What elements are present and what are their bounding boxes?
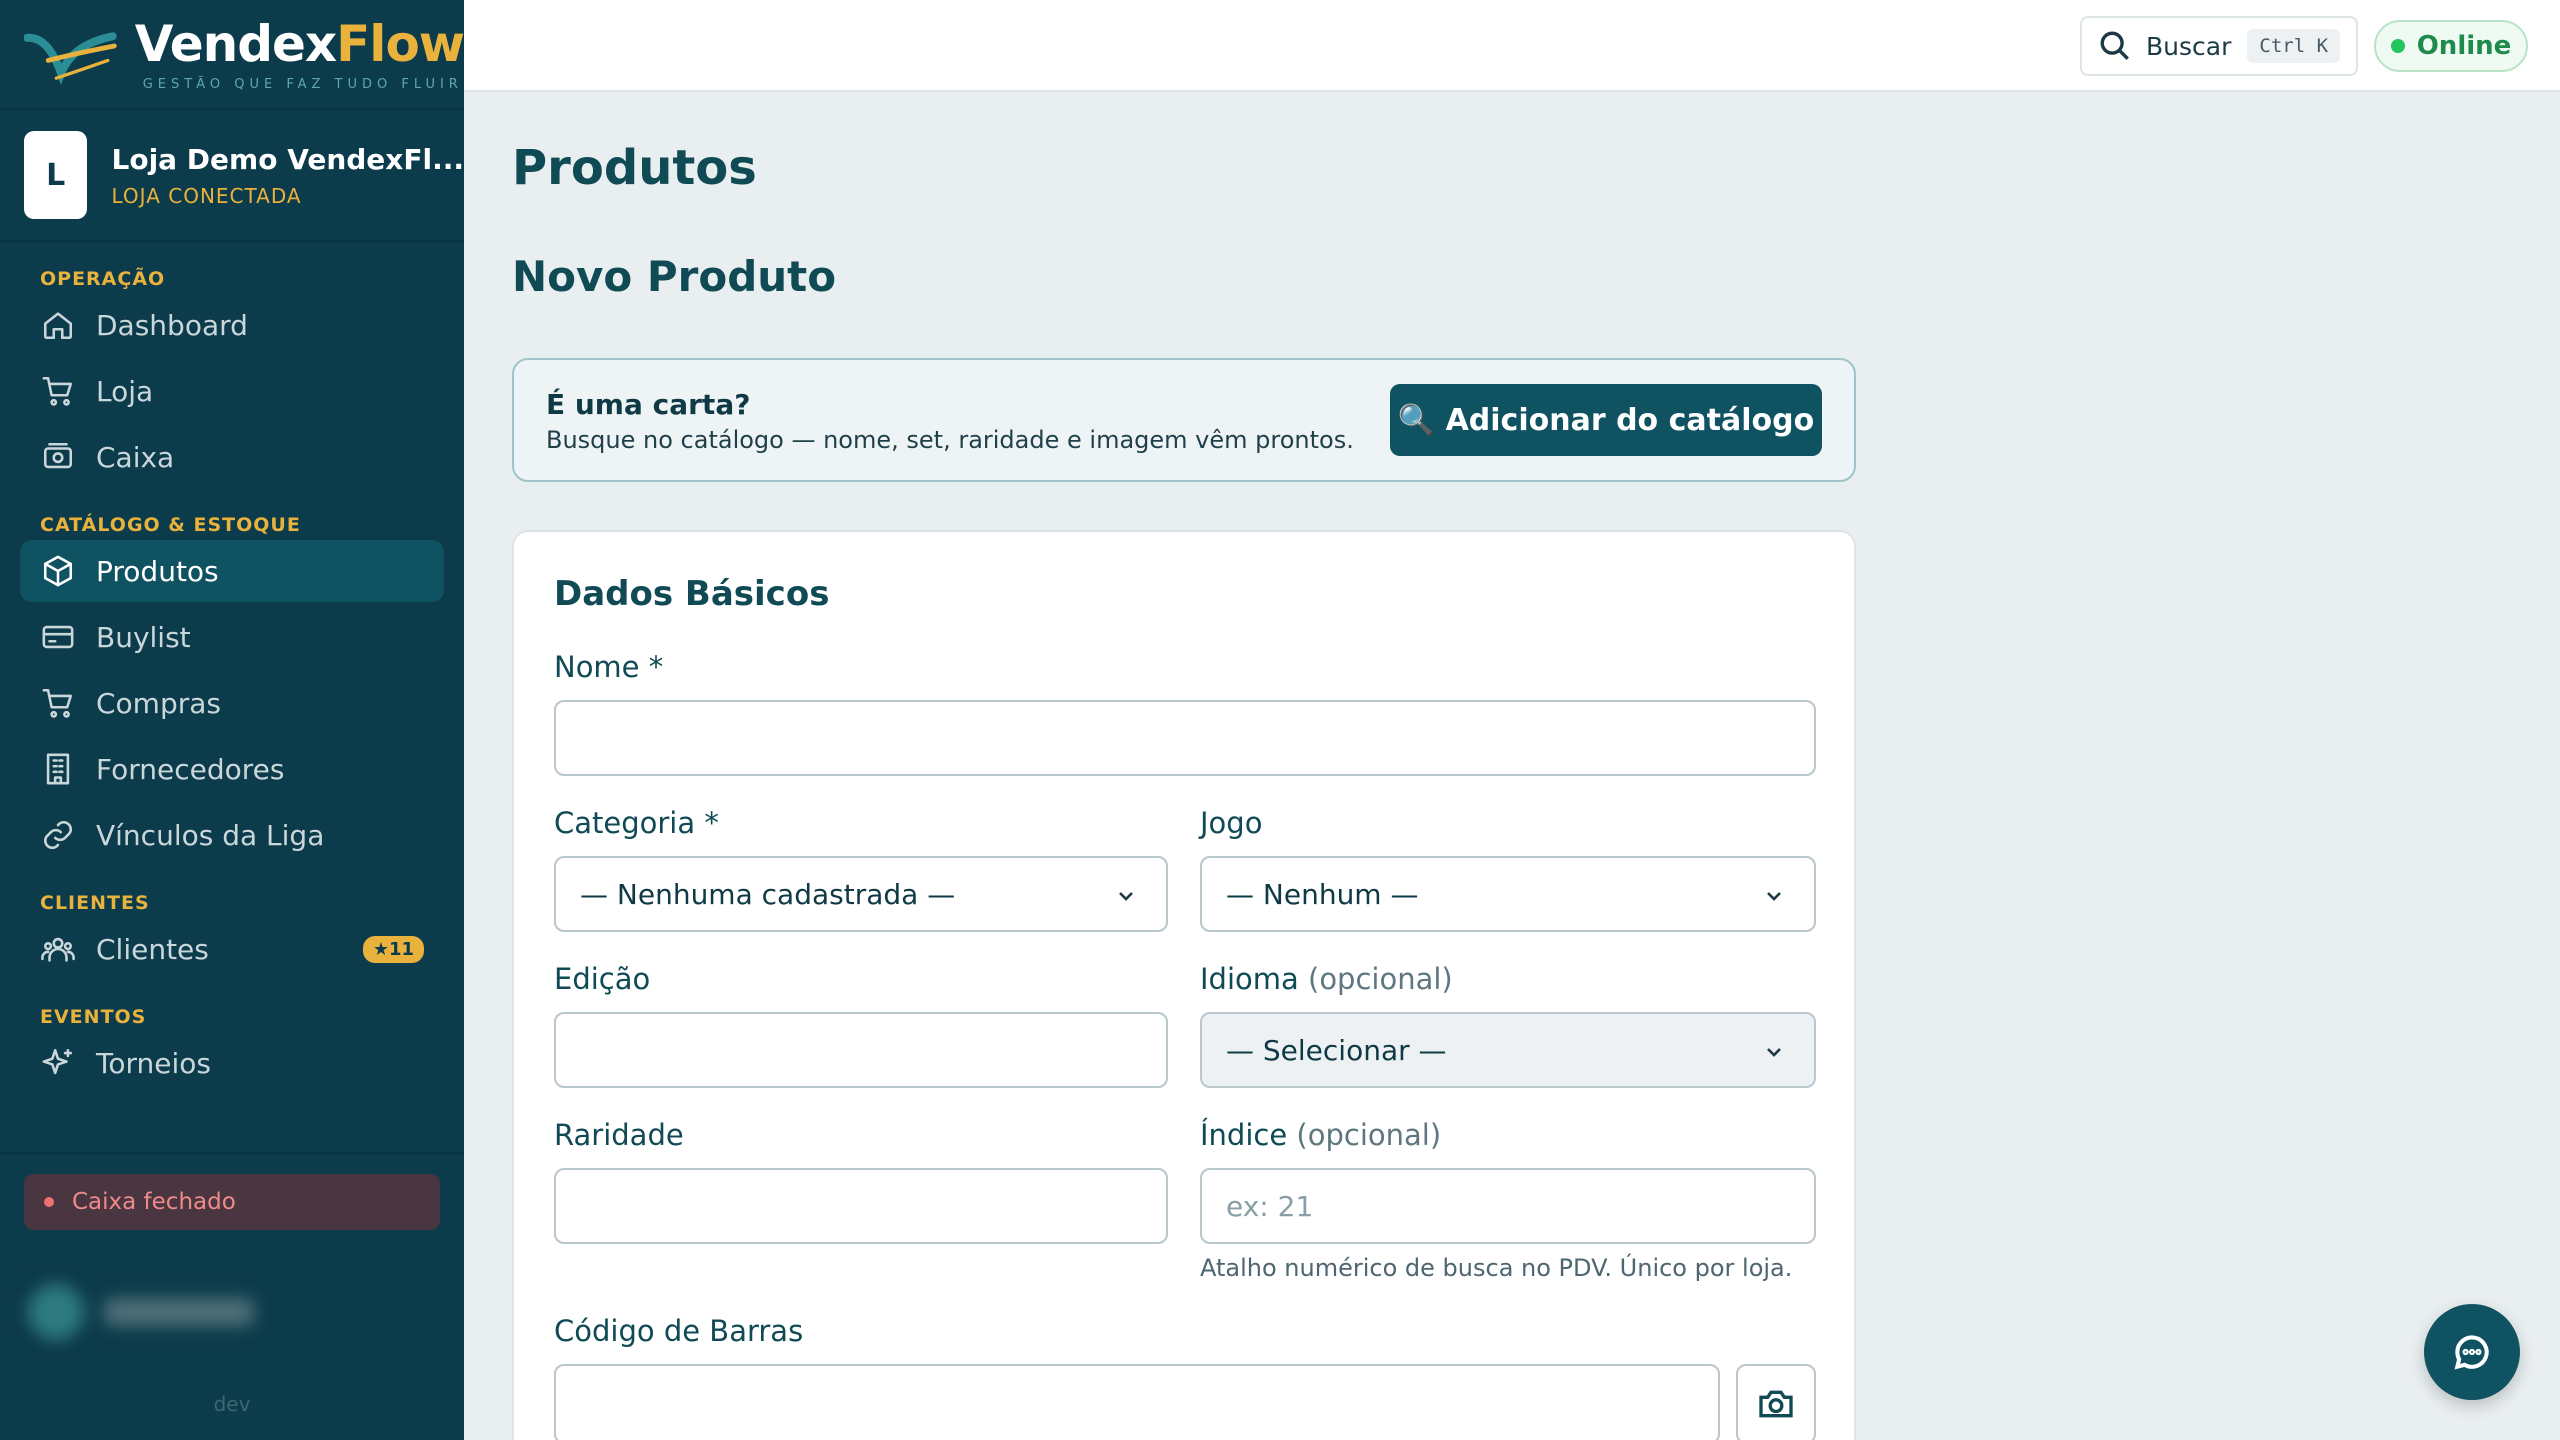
cart-icon [40,685,76,721]
nav-section-operacao: OPERAÇÃO [40,268,166,290]
edicao-label: Edição [554,962,651,996]
sidebar-item-caixa[interactable]: Caixa [20,426,444,488]
sidebar-item-clientes[interactable]: Clientes ★11 [20,918,444,980]
topbar: Buscar Ctrl K Online [464,0,2560,92]
store-name: Loja Demo VendexFl... [111,142,464,176]
cash-status-banner[interactable]: Caixa fechado [24,1174,440,1230]
store-avatar: L [24,131,88,219]
environment-label: dev [213,1392,251,1416]
search-button[interactable]: Buscar Ctrl K [2080,16,2358,76]
sidebar-item-compras[interactable]: Compras [20,672,444,734]
sidebar-item-buylist[interactable]: Buylist [20,606,444,668]
card-catalog-prompt: É uma carta? Busque no catálogo — nome, … [512,358,1856,482]
scan-barcode-button[interactable] [1736,1364,1816,1440]
page-title: Produtos [512,140,757,196]
indice-input[interactable]: ex: 21 [1200,1168,1816,1244]
link-icon [40,817,76,853]
search-label: Buscar [2146,31,2232,61]
sidebar-item-vinculos-liga[interactable]: Vínculos da Liga [20,804,444,866]
sidebar-item-dashboard[interactable]: Dashboard [20,294,444,356]
brand-tagline: GESTÃO QUE FAZ TUDO FLUIR [142,76,463,92]
raridade-label: Raridade [554,1118,684,1152]
home-icon [40,307,76,343]
barcode-label: Código de Barras [554,1314,804,1348]
chat-icon [2454,1335,2489,1370]
add-from-catalog-button[interactable]: 🔍 Adicionar do catálogo [1390,384,1822,456]
brand-header: VendexFlow GESTÃO QUE FAZ TUDO FLUIR [0,0,465,110]
sidebar-item-loja[interactable]: Loja [20,360,444,422]
raridade-input[interactable] [554,1168,1168,1244]
indice-hint: Atalho numérico de busca no PDV. Único p… [1200,1254,1793,1282]
basic-data-form: Dados Básicos Nome * Categoria * — Nenhu… [512,530,1856,1440]
user-profile[interactable] [28,1272,328,1352]
sidebar-item-fornecedores[interactable]: Fornecedores [20,738,444,800]
cart-icon [40,373,76,409]
card-icon [40,619,76,655]
edicao-input[interactable] [554,1012,1168,1088]
chat-button[interactable] [2424,1304,2520,1400]
online-dot-icon [2390,39,2405,53]
sidebar: VendexFlow GESTÃO QUE FAZ TUDO FLUIR L L… [0,0,465,1440]
brand-logo-icon [24,32,117,85]
sidebar-item-torneios[interactable]: Torneios [20,1032,444,1094]
brand-name: VendexFlow [134,14,465,73]
search-shortcut: Ctrl K [2247,29,2341,63]
chevron-down-icon [1767,1048,1781,1057]
box-icon [40,553,76,589]
status-dot-icon [44,1197,54,1207]
building-icon [40,751,76,787]
chevron-down-icon [1119,892,1133,901]
sidebar-divider [0,1152,464,1154]
nav-section-eventos: EVENTOS [40,1006,147,1028]
sidebar-item-produtos[interactable]: Produtos [20,540,444,602]
store-switcher[interactable]: L Loja Demo VendexFl... LOJA CONECTADA [0,110,464,242]
categoria-label: Categoria * [554,806,719,840]
idioma-select[interactable]: — Selecionar — [1200,1012,1816,1088]
store-status: LOJA CONECTADA [111,183,302,208]
users-icon [40,931,76,967]
barcode-input[interactable] [554,1364,1720,1440]
categoria-select[interactable]: — Nenhuma cadastrada — [554,856,1168,932]
idioma-label: Idioma (opcional) [1200,962,1453,996]
nav-section-clientes: CLIENTES [40,892,150,914]
jogo-label: Jogo [1200,806,1263,840]
cash-register-icon [40,439,76,475]
avatar [28,1284,84,1340]
card-prompt-description: Busque no catálogo — nome, set, raridade… [546,426,1354,454]
form-title: Dados Básicos [554,574,830,614]
nome-label: Nome * [554,650,664,684]
card-prompt-title: É uma carta? [546,388,751,421]
search-icon [2100,31,2129,60]
indice-label: Índice (opcional) [1200,1118,1442,1152]
sparkles-icon [40,1045,76,1081]
chevron-down-icon [1767,892,1781,901]
camera-icon [1759,1390,1793,1418]
section-title: Novo Produto [512,252,837,301]
online-status-badge: Online [2374,20,2528,72]
nav-section-catalogo: CATÁLOGO & ESTOQUE [40,514,301,536]
jogo-select[interactable]: — Nenhum — [1200,856,1816,932]
nome-input[interactable] [554,700,1816,776]
user-name-blurred [104,1298,254,1326]
clientes-badge: ★11 [362,935,424,963]
